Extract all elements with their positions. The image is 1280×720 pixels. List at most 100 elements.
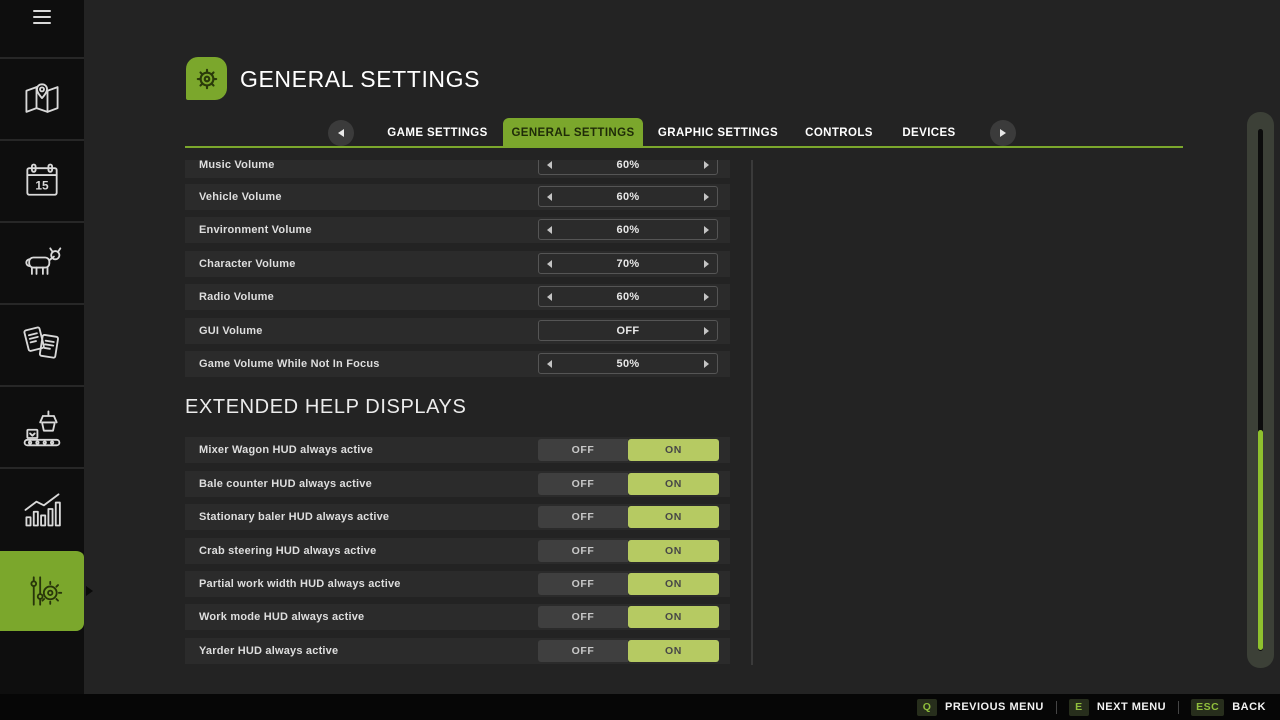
value-selector[interactable]: 60%	[538, 219, 718, 240]
setting-row-gui-volume: GUI Volume OFF	[185, 318, 730, 344]
settings-list: Music Volume 60% Vehicle Volume 60% Envi…	[185, 160, 730, 680]
sidebar-item-animals[interactable]	[0, 221, 84, 303]
arrow-right-icon[interactable]	[704, 327, 709, 335]
calendar-day-label: 15	[35, 178, 49, 192]
sidebar-item-menu[interactable]	[0, 0, 84, 57]
setting-row-crab-steering-hud: Crab steering HUD always active OFF ON	[185, 538, 730, 564]
toggle-on-button[interactable]: ON	[628, 640, 719, 662]
toggle-on-button[interactable]: ON	[628, 606, 719, 628]
arrow-right-icon[interactable]	[704, 161, 709, 169]
toggle-off-button[interactable]: OFF	[538, 439, 628, 461]
setting-label: Crab steering HUD always active	[199, 538, 376, 564]
arrow-left-icon[interactable]	[547, 360, 552, 368]
toggle-off-button[interactable]: OFF	[538, 573, 628, 595]
value-selector[interactable]: 60%	[538, 160, 718, 175]
tab-game-settings[interactable]: GAME SETTINGS	[372, 118, 503, 148]
setting-label: Bale counter HUD always active	[199, 471, 372, 497]
chevron-left-icon	[338, 129, 344, 137]
setting-value: 60%	[617, 224, 640, 236]
toggle-off-button[interactable]: OFF	[538, 473, 628, 495]
key-e-badge: E	[1069, 699, 1089, 716]
value-selector[interactable]: 50%	[538, 353, 718, 374]
toggle-on-button[interactable]: ON	[628, 473, 719, 495]
setting-value: 60%	[617, 160, 640, 171]
tab-underline	[185, 146, 1183, 148]
previous-menu-hint[interactable]: Q PREVIOUS MENU	[917, 699, 1044, 716]
value-selector[interactable]: OFF	[538, 320, 718, 341]
toggle-control: OFF ON	[538, 439, 719, 461]
active-pointer-icon	[86, 586, 93, 596]
value-selector[interactable]: 70%	[538, 253, 718, 274]
page-title: GENERAL SETTINGS	[240, 66, 480, 93]
settings-icon	[20, 569, 64, 613]
back-hint[interactable]: ESC BACK	[1191, 699, 1266, 716]
arrow-left-icon[interactable]	[547, 293, 552, 301]
page-icon-badge	[186, 57, 227, 100]
arrow-left-icon[interactable]	[547, 226, 552, 234]
next-menu-hint[interactable]: E NEXT MENU	[1069, 699, 1166, 716]
setting-row-vehicle-volume: Vehicle Volume 60%	[185, 184, 730, 210]
setting-row-partial-work-width-hud: Partial work width HUD always active OFF…	[185, 571, 730, 597]
toggle-control: OFF ON	[538, 606, 719, 628]
scrollbar-thumb[interactable]	[1258, 430, 1263, 650]
sidebar-item-map[interactable]	[0, 57, 84, 139]
gear-icon	[190, 62, 224, 96]
arrow-right-icon[interactable]	[704, 193, 709, 201]
toggle-on-button[interactable]: ON	[628, 573, 719, 595]
toggle-off-button[interactable]: OFF	[538, 640, 628, 662]
next-menu-label: NEXT MENU	[1097, 701, 1166, 713]
contracts-icon	[20, 323, 64, 367]
sidebar-item-calendar[interactable]: 15	[0, 139, 84, 221]
arrow-left-icon[interactable]	[547, 260, 552, 268]
tabs-next-button[interactable]	[990, 120, 1016, 146]
setting-label: Music Volume	[199, 160, 275, 178]
setting-value: 70%	[617, 258, 640, 270]
tab-graphic-settings[interactable]: GRAPHIC SETTINGS	[643, 118, 793, 148]
setting-value: 60%	[617, 191, 640, 203]
setting-row-mixer-wagon-hud: Mixer Wagon HUD always active OFF ON	[185, 437, 730, 463]
key-hint-bar: Q PREVIOUS MENU E NEXT MENU ESC BACK	[0, 694, 1280, 720]
setting-row-radio-volume: Radio Volume 60%	[185, 284, 730, 310]
tabs-prev-button[interactable]	[328, 120, 354, 146]
section-title: EXTENDED HELP DISPLAYS	[185, 396, 466, 419]
setting-label: Game Volume While Not In Focus	[199, 351, 380, 377]
arrow-right-icon[interactable]	[704, 293, 709, 301]
sidebar-item-production[interactable]	[0, 385, 84, 467]
value-selector[interactable]: 60%	[538, 186, 718, 207]
sidebar-item-statistics[interactable]	[0, 467, 84, 549]
calendar-icon: 15	[20, 159, 64, 203]
toggle-off-button[interactable]: OFF	[538, 506, 628, 528]
toggle-on-button[interactable]: ON	[628, 540, 719, 562]
setting-label: Radio Volume	[199, 284, 274, 310]
divider	[1178, 701, 1179, 714]
toggle-off-button[interactable]: OFF	[538, 606, 628, 628]
toggle-control: OFF ON	[538, 506, 719, 528]
toggle-on-button[interactable]: ON	[628, 439, 719, 461]
previous-menu-label: PREVIOUS MENU	[945, 701, 1044, 713]
setting-row-environment-volume: Environment Volume 60%	[185, 217, 730, 243]
tab-devices[interactable]: DEVICES	[885, 118, 973, 148]
arrow-left-icon[interactable]	[547, 161, 552, 169]
toggle-on-button[interactable]: ON	[628, 506, 719, 528]
setting-label: Vehicle Volume	[199, 184, 282, 210]
statistics-icon	[20, 487, 64, 531]
arrow-left-icon[interactable]	[547, 193, 552, 201]
scrollbar	[1247, 112, 1274, 668]
tab-general-settings[interactable]: GENERAL SETTINGS	[503, 118, 643, 148]
setting-value: OFF	[617, 325, 640, 337]
setting-label: GUI Volume	[199, 318, 263, 344]
setting-label: Stationary baler HUD always active	[199, 504, 389, 530]
arrow-right-icon[interactable]	[704, 260, 709, 268]
setting-row-game-volume-not-in-focus: Game Volume While Not In Focus 50%	[185, 351, 730, 377]
arrow-right-icon[interactable]	[704, 226, 709, 234]
arrow-right-icon[interactable]	[704, 360, 709, 368]
toggle-off-button[interactable]: OFF	[538, 540, 628, 562]
sidebar-item-contracts[interactable]	[0, 303, 84, 385]
production-icon	[20, 405, 64, 449]
setting-value: 50%	[617, 358, 640, 370]
sidebar-item-settings[interactable]	[0, 549, 84, 631]
tab-controls[interactable]: CONTROLS	[793, 118, 885, 148]
key-esc-badge: ESC	[1191, 699, 1224, 716]
divider	[1056, 701, 1057, 714]
value-selector[interactable]: 60%	[538, 286, 718, 307]
